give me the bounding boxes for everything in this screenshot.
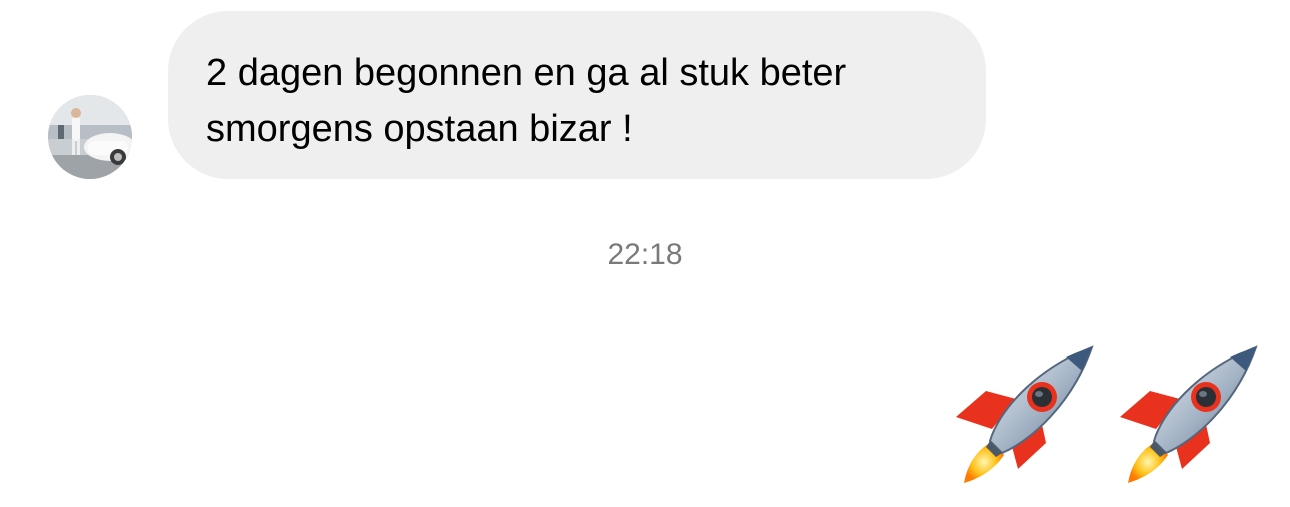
chat-thread: 2 dagen begonnen en ga al stuk beter smo… [0,0,1290,507]
incoming-message-bubble[interactable]: 2 dagen begonnen en ga al stuk beter smo… [168,11,986,179]
outgoing-emoji-message[interactable] [946,343,1260,491]
rocket-emoji-icon [946,343,1096,491]
rocket-emoji-icon [1110,343,1260,491]
sender-avatar[interactable] [48,95,132,179]
message-timestamp: 22:18 [607,238,683,271]
incoming-message-text: 2 dagen begonnen en ga al stuk beter smo… [206,52,847,150]
avatar-photo-icon [48,95,132,179]
